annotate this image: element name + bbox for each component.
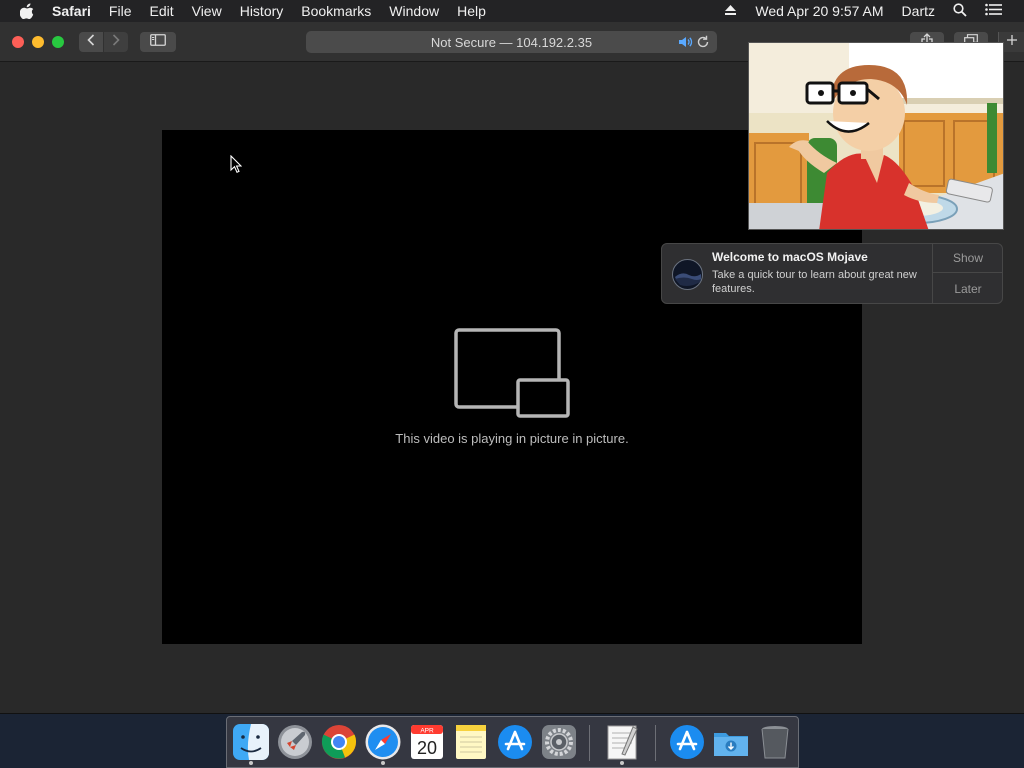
launchpad-icon[interactable] xyxy=(276,723,314,761)
notification-body: Take a quick tour to learn about great n… xyxy=(712,269,917,295)
address-text: Not Secure — 104.192.2.35 xyxy=(430,34,593,50)
trash-icon[interactable] xyxy=(756,723,794,761)
window-zoom-button[interactable] xyxy=(52,36,64,48)
mouse-cursor-icon xyxy=(230,154,243,179)
menu-edit[interactable]: Edit xyxy=(149,3,173,19)
address-bar[interactable]: Not Secure — 104.192.2.35 xyxy=(306,31,717,53)
menu-bar: Safari File Edit View History Bookmarks … xyxy=(0,0,1024,22)
forward-button[interactable] xyxy=(104,32,128,52)
menubar-clock[interactable]: Wed Apr 20 9:57 AM xyxy=(755,3,883,19)
reload-icon[interactable] xyxy=(695,34,711,53)
pip-video-frame xyxy=(749,43,1003,229)
pip-status-message: This video is playing in picture in pict… xyxy=(395,431,629,446)
sidebar-toggle-button[interactable] xyxy=(140,32,176,52)
speaker-icon[interactable] xyxy=(677,34,693,53)
system-preferences-icon[interactable] xyxy=(540,723,578,761)
textedit-running-indicator xyxy=(620,761,624,765)
calendar-icon[interactable]: APR 20 xyxy=(408,723,446,761)
chrome-icon[interactable] xyxy=(320,723,358,761)
downloads-folder-icon[interactable] xyxy=(712,723,750,761)
calendar-day: 20 xyxy=(417,738,437,758)
dock-separator xyxy=(589,725,590,761)
window-close-button[interactable] xyxy=(12,36,24,48)
notification-title: Welcome to macOS Mojave xyxy=(712,250,868,264)
chevron-right-icon xyxy=(112,33,120,51)
plus-icon xyxy=(1006,33,1018,51)
dock: APR 20 xyxy=(226,716,799,768)
spotlight-search-icon[interactable] xyxy=(953,2,967,20)
applications-folder-icon[interactable] xyxy=(668,723,706,761)
menu-window[interactable]: Window xyxy=(389,3,439,19)
window-minimize-button[interactable] xyxy=(32,36,44,48)
notification-center-icon[interactable] xyxy=(985,3,1002,19)
textedit-icon[interactable] xyxy=(603,723,641,761)
calendar-month: APR xyxy=(420,728,434,735)
menu-help[interactable]: Help xyxy=(457,3,486,19)
menubar-user[interactable]: Dartz xyxy=(902,3,935,19)
dock-separator-2 xyxy=(655,725,656,761)
picture-in-picture-icon xyxy=(454,328,572,425)
notification-actions: Show Later xyxy=(932,244,1003,303)
sidebar-icon xyxy=(150,33,166,51)
eject-icon[interactable] xyxy=(724,3,737,19)
notification-show-button[interactable]: Show xyxy=(933,244,1003,273)
finder-running-indicator xyxy=(249,761,253,765)
menu-history[interactable]: History xyxy=(240,3,284,19)
pip-video-window[interactable] xyxy=(748,42,1004,230)
menu-file[interactable]: File xyxy=(109,3,132,19)
back-button[interactable] xyxy=(79,32,103,52)
menu-view[interactable]: View xyxy=(192,3,222,19)
notification-later-button[interactable]: Later xyxy=(933,274,1003,303)
app-store-icon[interactable] xyxy=(496,723,534,761)
macos-mojave-icon xyxy=(672,259,703,290)
finder-icon[interactable] xyxy=(232,723,270,761)
menu-app-safari[interactable]: Safari xyxy=(52,3,91,19)
chevron-left-icon xyxy=(87,33,95,51)
apple-menu-icon[interactable] xyxy=(20,3,36,19)
mojave-welcome-notification[interactable]: Welcome to macOS Mojave Take a quick tou… xyxy=(661,243,1003,304)
safari-icon[interactable] xyxy=(364,723,402,761)
menu-bookmarks[interactable]: Bookmarks xyxy=(301,3,371,19)
notes-icon[interactable] xyxy=(452,723,490,761)
safari-running-indicator xyxy=(381,761,385,765)
